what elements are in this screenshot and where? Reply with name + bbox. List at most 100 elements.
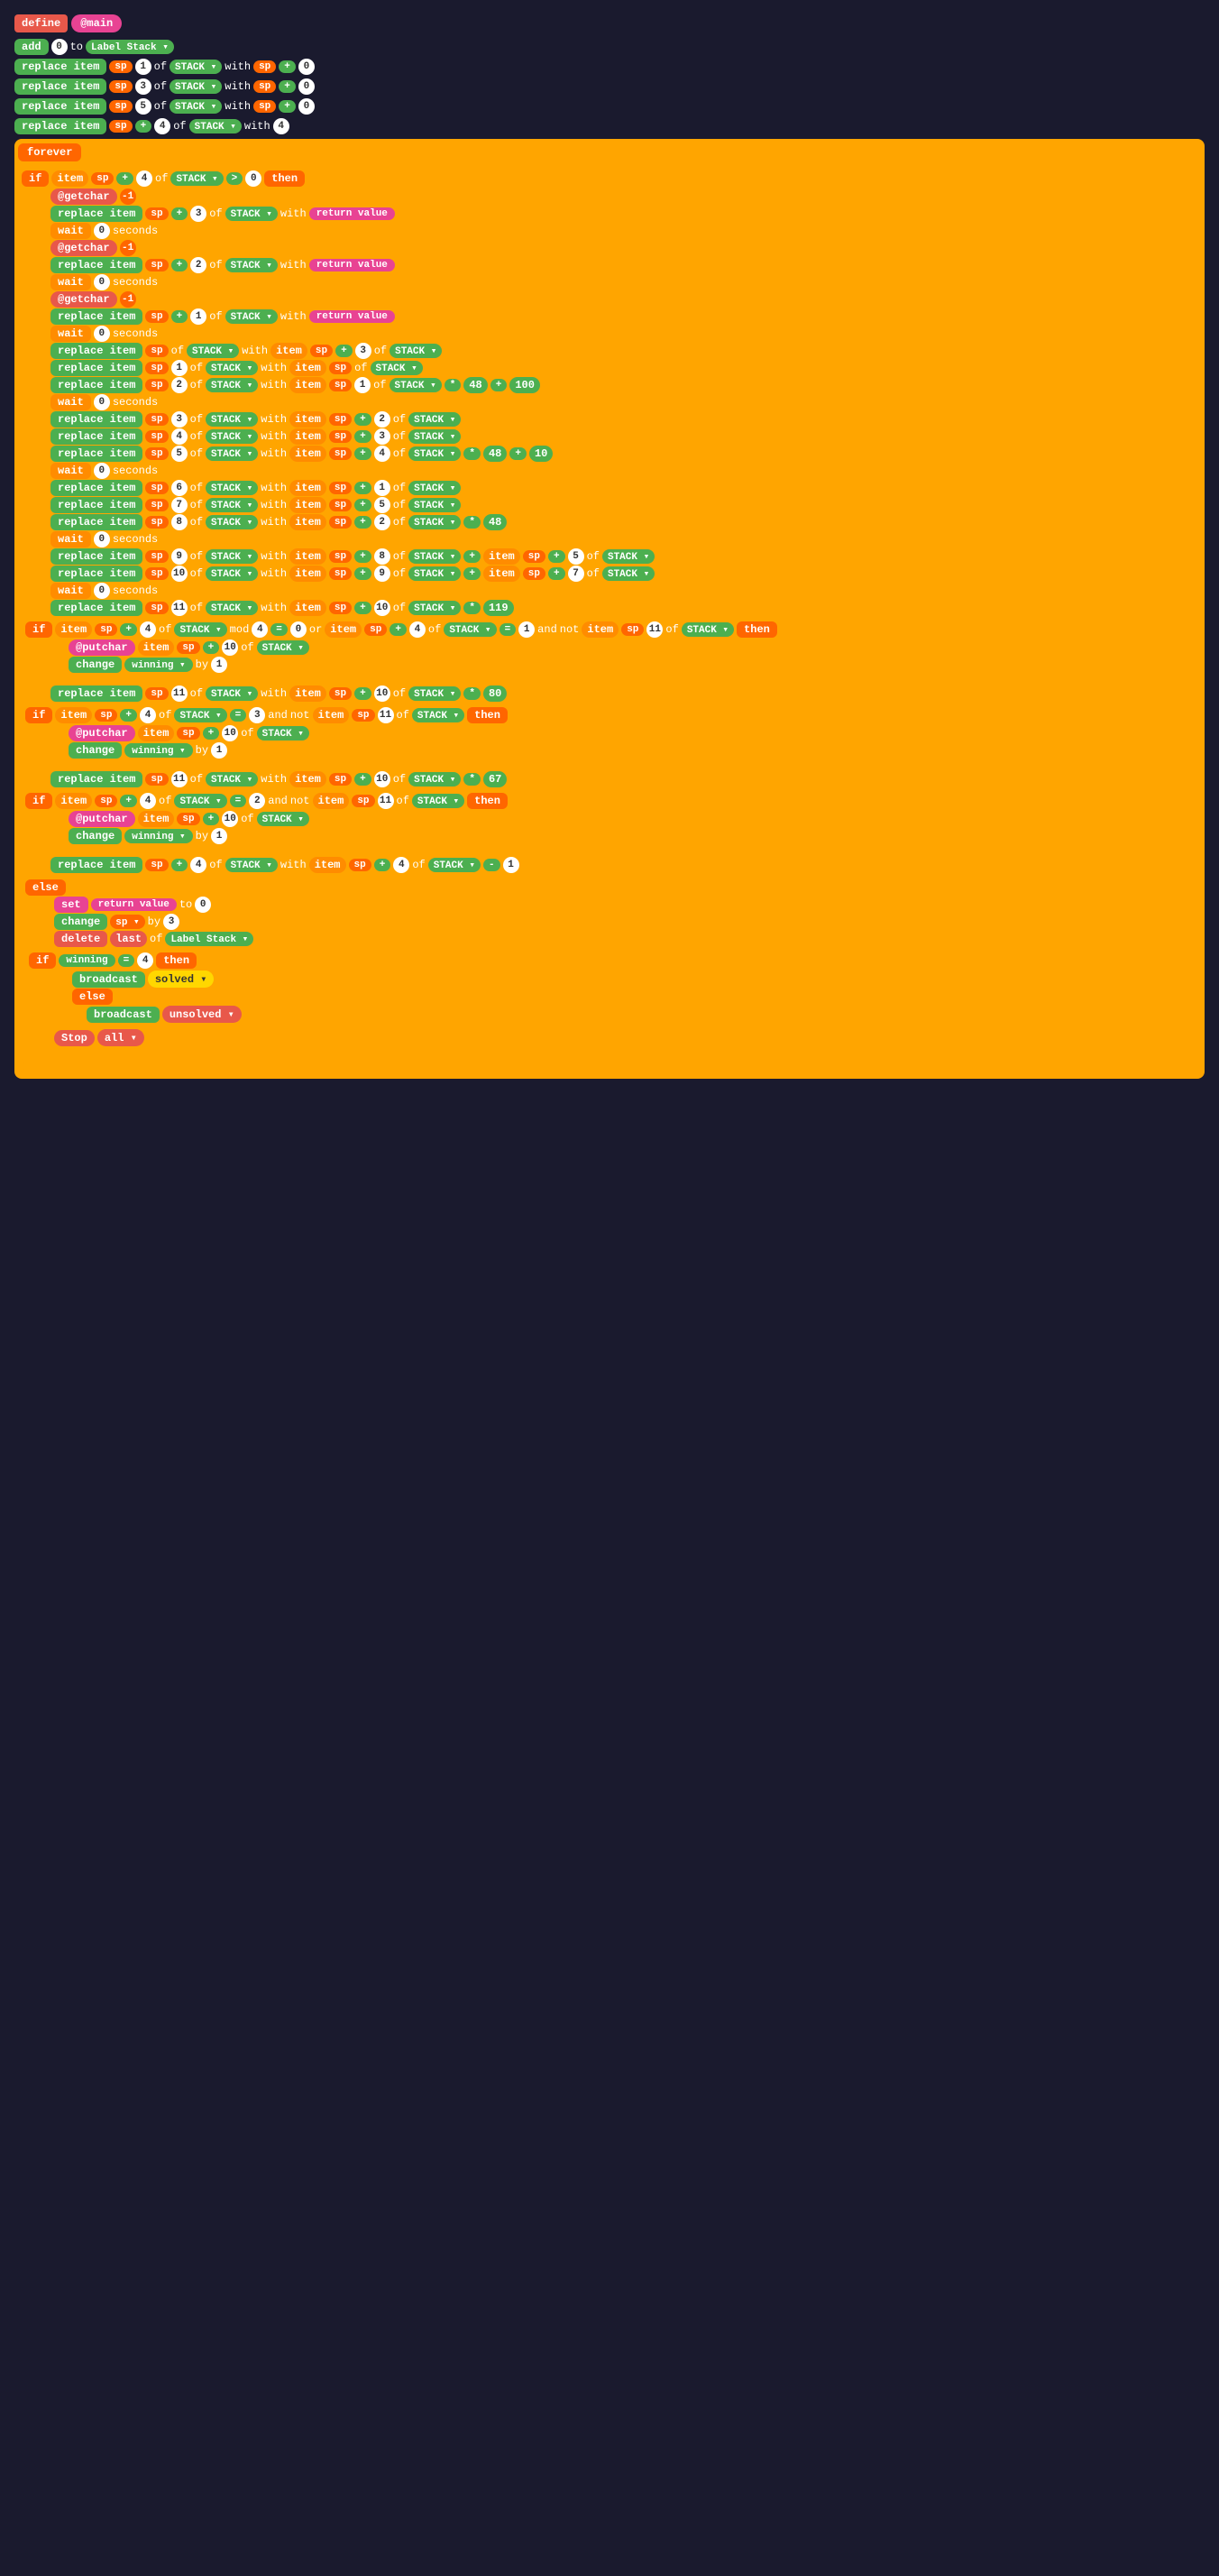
stack-dd-21[interactable]: STACK ▾ — [206, 772, 258, 787]
replace-kw-14[interactable]: replace item — [50, 480, 142, 496]
stack-dd-22b[interactable]: STACK ▾ — [428, 858, 481, 872]
stack-dd-8[interactable]: STACK ▾ — [187, 344, 239, 358]
stack-dd-20b[interactable]: STACK ▾ — [408, 686, 461, 701]
stack-dd-18c[interactable]: STACK ▾ — [602, 566, 655, 581]
stack-dd-17b[interactable]: STACK ▾ — [408, 549, 461, 564]
stack-dd-20[interactable]: STACK ▾ — [206, 686, 258, 701]
stack-cond1c[interactable]: STACK ▾ — [682, 622, 734, 637]
replace-kw-21[interactable]: replace item — [50, 771, 142, 787]
change-kw-2[interactable]: change — [69, 742, 122, 759]
stack-cond1b[interactable]: STACK ▾ — [444, 622, 496, 637]
replace-kw-7[interactable]: replace item — [50, 308, 142, 325]
stack-dd-6[interactable]: STACK ▾ — [225, 258, 278, 272]
stack-put1[interactable]: STACK ▾ — [257, 640, 309, 655]
stack-dd-17[interactable]: STACK ▾ — [206, 549, 258, 564]
replace-kw-3[interactable]: replace item — [14, 98, 106, 115]
stack-dd-10[interactable]: STACK ▾ — [206, 378, 258, 392]
stack-dd-10b[interactable]: STACK ▾ — [390, 378, 442, 392]
broadcast-kw-2[interactable]: broadcast — [87, 1007, 160, 1023]
winning-3[interactable]: winning ▾ — [124, 829, 192, 843]
of-11: of — [190, 413, 203, 426]
stop-kw[interactable]: Stop — [54, 1030, 95, 1046]
broadcast-kw-1[interactable]: broadcast — [72, 971, 145, 988]
putchar-1[interactable]: @putchar — [69, 639, 135, 656]
winning-2[interactable]: winning ▾ — [124, 743, 192, 758]
stack-dd-5[interactable]: STACK ▾ — [225, 207, 278, 221]
replace-kw-5[interactable]: replace item — [50, 206, 142, 222]
stack-cond3a[interactable]: STACK ▾ — [174, 794, 226, 808]
replace-kw-19[interactable]: replace item — [50, 600, 142, 616]
putchar-2[interactable]: @putchar — [69, 725, 135, 741]
stack-put2[interactable]: STACK ▾ — [257, 726, 309, 741]
replace-kw-20[interactable]: replace item — [50, 685, 142, 702]
delete-kw[interactable]: delete — [54, 931, 107, 947]
stack-dd-17c[interactable]: STACK ▾ — [602, 549, 655, 564]
stack-dd-main[interactable]: STACK ▾ — [170, 171, 223, 186]
item-19: item — [289, 600, 326, 616]
label-stack-dropdown[interactable]: Label Stack ▾ — [86, 40, 174, 54]
add-keyword[interactable]: add — [14, 39, 49, 55]
stack-put3[interactable]: STACK ▾ — [257, 812, 309, 826]
stack-cond3b[interactable]: STACK ▾ — [412, 794, 464, 808]
label-stack-dd-del[interactable]: Label Stack ▾ — [165, 932, 253, 946]
stack-dd-14[interactable]: STACK ▾ — [206, 481, 258, 495]
replace-kw-18[interactable]: replace item — [50, 566, 142, 582]
replace-kw-17[interactable]: replace item — [50, 548, 142, 565]
stack-dd-18[interactable]: STACK ▾ — [206, 566, 258, 581]
stack-cond2a[interactable]: STACK ▾ — [174, 708, 226, 722]
replace-kw-22[interactable]: replace item — [50, 857, 142, 873]
stack-dd-1[interactable]: STACK ▾ — [170, 60, 222, 74]
stack-dd-22[interactable]: STACK ▾ — [225, 858, 278, 872]
replace-kw-15[interactable]: replace item — [50, 497, 142, 513]
unsolved-pill[interactable]: unsolved ▾ — [162, 1006, 242, 1023]
replace-kw-4[interactable]: replace item — [14, 118, 106, 134]
idx-11-a: 11 — [171, 600, 188, 616]
of-put1: of — [241, 641, 253, 654]
stack-cond1a[interactable]: STACK ▾ — [174, 622, 226, 637]
stack-dd-2[interactable]: STACK ▾ — [170, 79, 222, 94]
stack-dd-3[interactable]: STACK ▾ — [170, 99, 222, 114]
stack-dd-13b[interactable]: STACK ▾ — [408, 446, 461, 461]
stack-dd-15[interactable]: STACK ▾ — [206, 498, 258, 512]
stack-dd-9[interactable]: STACK ▾ — [206, 361, 258, 375]
stack-dd-19[interactable]: STACK ▾ — [206, 601, 258, 615]
stack-dd-16b[interactable]: STACK ▾ — [408, 515, 461, 529]
change-kw-sp[interactable]: change — [54, 914, 107, 930]
stack-dd-12b[interactable]: STACK ▾ — [408, 429, 461, 444]
replace-kw-16[interactable]: replace item — [50, 514, 142, 530]
stack-dd-13[interactable]: STACK ▾ — [206, 446, 258, 461]
replace-kw-2[interactable]: replace item — [14, 78, 106, 95]
solved-pill[interactable]: solved ▾ — [148, 971, 215, 988]
stack-dd-18b[interactable]: STACK ▾ — [408, 566, 461, 581]
change-kw-3[interactable]: change — [69, 828, 122, 844]
stack-dd-14b[interactable]: STACK ▾ — [408, 481, 461, 495]
replace-kw-11[interactable]: replace item — [50, 411, 142, 428]
getchar-2[interactable]: @getchar — [50, 240, 117, 256]
putchar-3[interactable]: @putchar — [69, 811, 135, 827]
stack-dd-15b[interactable]: STACK ▾ — [408, 498, 461, 512]
replace-kw-13[interactable]: replace item — [50, 446, 142, 462]
replace-kw-6[interactable]: replace item — [50, 257, 142, 273]
stack-dd-16[interactable]: STACK ▾ — [206, 515, 258, 529]
replace-kw-12[interactable]: replace item — [50, 428, 142, 445]
change-kw-1[interactable]: change — [69, 657, 122, 673]
stack-dd-9b[interactable]: STACK ▾ — [371, 361, 423, 375]
stack-dd-11[interactable]: STACK ▾ — [206, 412, 258, 427]
replace-kw-8[interactable]: replace item — [50, 343, 142, 359]
getchar-3[interactable]: @getchar — [50, 291, 117, 308]
stack-dd-4[interactable]: STACK ▾ — [189, 119, 242, 133]
all-pill[interactable]: all ▾ — [97, 1029, 144, 1046]
stack-dd-7[interactable]: STACK ▾ — [225, 309, 278, 324]
stack-dd-11b[interactable]: STACK ▾ — [408, 412, 461, 427]
stack-dd-19b[interactable]: STACK ▾ — [408, 601, 461, 615]
getchar-1[interactable]: @getchar — [50, 189, 117, 205]
replace-kw-1[interactable]: replace item — [14, 59, 106, 75]
replace-kw-9[interactable]: replace item — [50, 360, 142, 376]
winning-1[interactable]: winning ▾ — [124, 658, 192, 672]
set-kw[interactable]: set — [54, 897, 88, 913]
stack-dd-21b[interactable]: STACK ▾ — [408, 772, 461, 787]
stack-cond2b[interactable]: STACK ▾ — [412, 708, 464, 722]
replace-kw-10[interactable]: replace item — [50, 377, 142, 393]
stack-dd-8b[interactable]: STACK ▾ — [390, 344, 442, 358]
stack-dd-12[interactable]: STACK ▾ — [206, 429, 258, 444]
